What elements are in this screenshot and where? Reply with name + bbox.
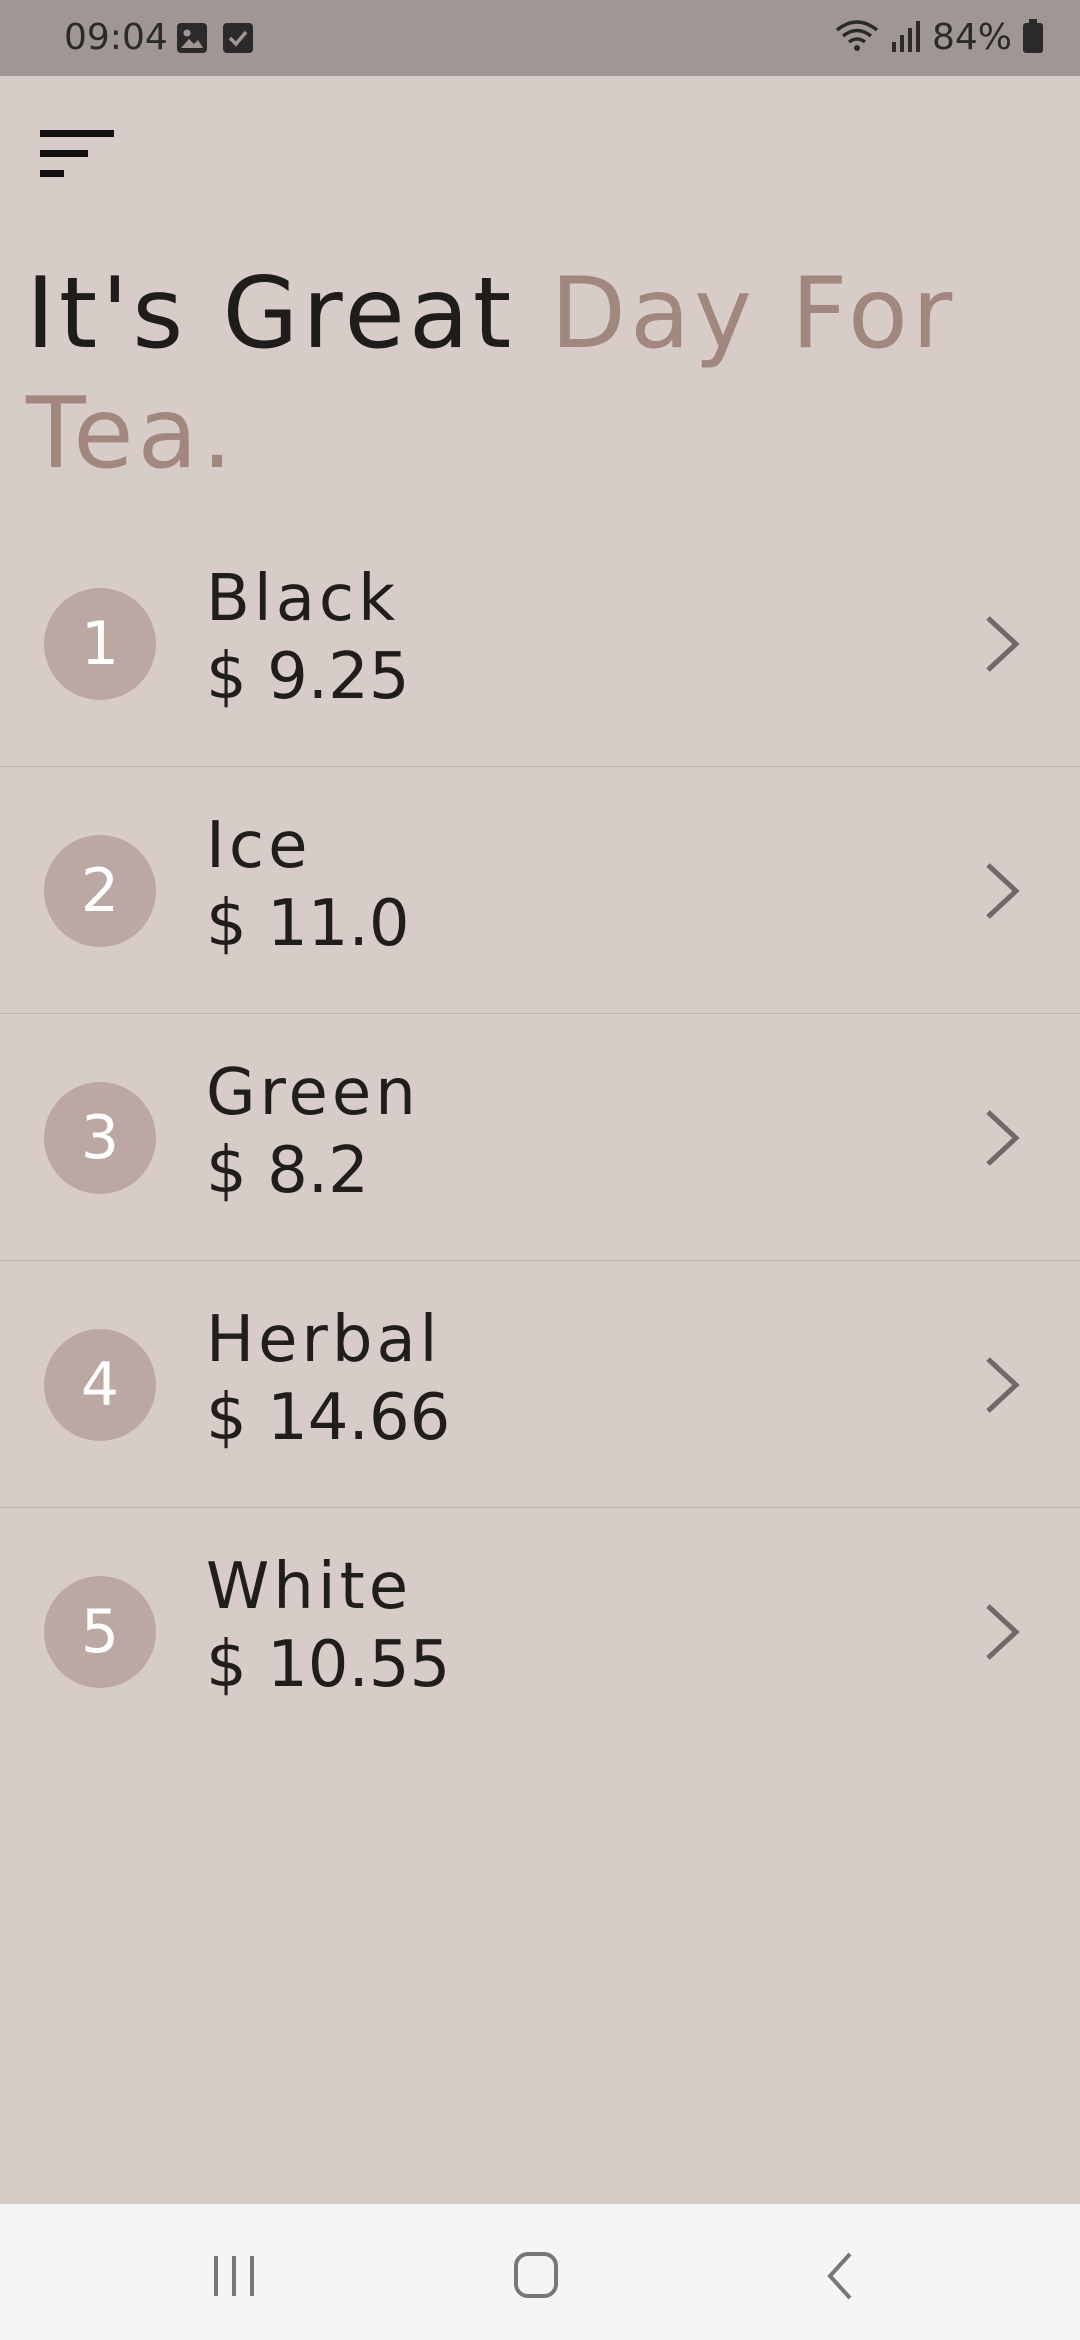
home-button[interactable] [496,2244,576,2308]
item-name: White [206,1550,413,1624]
chevron-right-icon[interactable] [982,859,1022,923]
item-number-badge: 4 [44,1329,156,1441]
item-name: Green [206,1056,420,1130]
item-name: Herbal [206,1303,442,1377]
system-nav-bar [0,2204,1080,2340]
battery-icon [1022,18,1044,58]
page-headline: It's Great Day For Tea. [26,254,1046,494]
headline-primary: It's Great [26,257,551,371]
list-item[interactable]: 4 Herbal $ 14.66 [0,1261,1080,1508]
item-name: Black [206,562,400,636]
sort-menu-icon [38,130,118,190]
list-item[interactable]: 3 Green $ 8.2 [0,1014,1080,1261]
item-number-badge: 1 [44,588,156,700]
item-price: $ 14.66 [206,1381,451,1455]
chevron-right-icon[interactable] [982,1353,1022,1417]
item-number-badge: 5 [44,1576,156,1688]
status-right-group: 84% [834,16,1044,60]
home-icon [496,2252,576,2312]
item-price: $ 11.0 [206,887,410,961]
tea-list: 1 Black $ 9.25 2 Ice $ 11.0 3 Green $ 8.… [0,520,1080,1755]
wifi-icon [834,18,880,58]
chevron-right-icon[interactable] [982,612,1022,676]
status-time: 09:04 [64,17,168,58]
recent-apps-button[interactable] [194,2244,274,2308]
item-number-badge: 3 [44,1082,156,1194]
item-number-badge: 2 [44,835,156,947]
checkbox-icon [222,22,254,58]
status-notification-icons [176,22,254,58]
list-item[interactable]: 1 Black $ 9.25 [0,520,1080,767]
back-icon [800,2252,880,2312]
item-price: $ 9.25 [206,640,410,714]
item-name: Ice [206,809,312,883]
list-item[interactable]: 2 Ice $ 11.0 [0,767,1080,1014]
item-price: $ 8.2 [206,1134,369,1208]
chevron-right-icon[interactable] [982,1106,1022,1170]
chevron-right-icon[interactable] [982,1600,1022,1664]
sort-menu-button[interactable] [38,126,118,186]
status-bar: 09:04 84% [0,0,1080,76]
image-icon [176,22,208,58]
list-item[interactable]: 5 White $ 10.55 [0,1508,1080,1755]
item-price: $ 10.55 [206,1628,451,1702]
battery-percent: 84% [931,17,1012,58]
recent-apps-icon [194,2256,274,2312]
back-button[interactable] [800,2244,880,2308]
signal-icon [890,18,922,58]
